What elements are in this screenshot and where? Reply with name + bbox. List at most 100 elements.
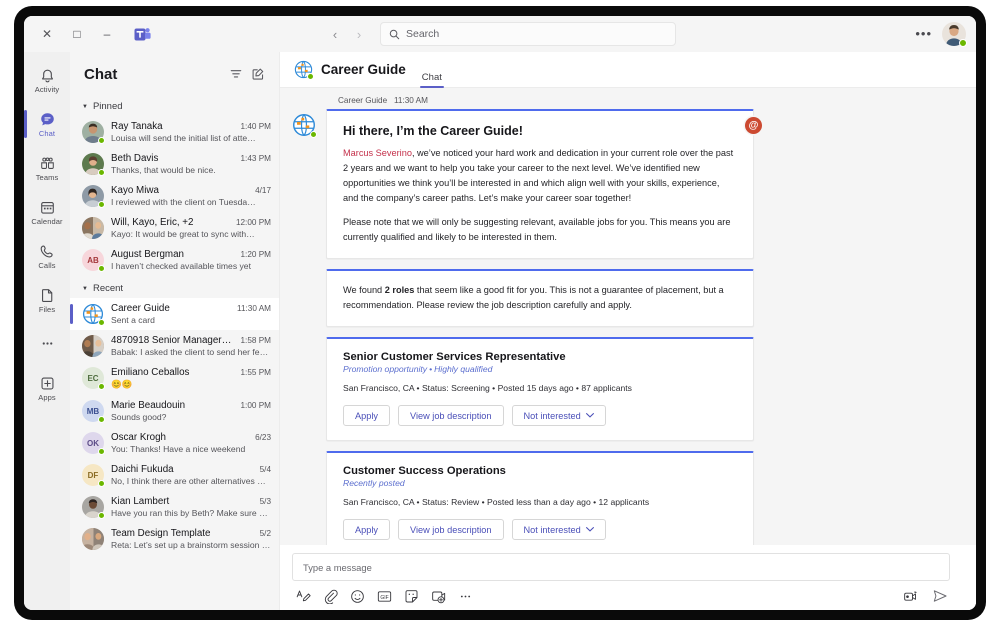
presence-available-badge	[98, 169, 105, 176]
chat-group-recent[interactable]: ▼ Recent	[70, 280, 279, 298]
avatar[interactable]	[942, 22, 967, 47]
rail-item-teams[interactable]: Teams	[24, 146, 70, 190]
job-actions: Apply View job description Not intereste…	[343, 405, 737, 427]
job-tag-1: Promotion opportunity	[343, 364, 428, 375]
sticker-icon[interactable]	[404, 589, 419, 604]
list-item-career-guide[interactable]: Career Guide 11:30 AM Sent a card	[70, 298, 279, 330]
presence-available-badge	[310, 131, 317, 138]
presence-available-badge	[98, 265, 105, 272]
message-input[interactable]: Type a message	[292, 553, 950, 581]
avatar-initials: OK	[87, 438, 99, 448]
chat-name: Daichi Fukuda	[111, 464, 174, 475]
forward-arrow-icon[interactable]: ›	[348, 23, 370, 45]
chat-time: 1:58 PM	[240, 336, 272, 345]
list-item-meta: 4870918 Senior Manager… 1:58 PM Babak: I…	[111, 335, 271, 357]
list-item[interactable]: Team Design Template 5/2 Reta: Let’s set…	[70, 523, 279, 555]
job-tag-1: Recently posted	[343, 478, 405, 489]
rail-item-more[interactable]	[24, 322, 70, 366]
list-item[interactable]: DF Daichi Fukuda 5/4 No, I think there a…	[70, 459, 279, 491]
list-item-meta: Team Design Template 5/2 Reta: Let’s set…	[111, 528, 271, 550]
list-item[interactable]: Will, Kayo, Eric, +2 12:00 PM Kayo: It w…	[70, 212, 279, 244]
chat-name: August Bergman	[111, 249, 184, 260]
minimize-icon[interactable]: –	[94, 21, 120, 47]
chat-name: Emiliano Ceballos	[111, 367, 190, 378]
tab-chat[interactable]: Chat	[418, 72, 446, 88]
list-item-meta: Marie Beaudouin 1:00 PM Sounds good?	[111, 400, 271, 422]
gif-icon[interactable]: GIF	[377, 589, 392, 604]
list-item[interactable]: MB Marie Beaudouin 1:00 PM Sounds good?	[70, 395, 279, 427]
conversation-title: Career Guide	[321, 62, 406, 77]
meet-now-icon[interactable]	[431, 589, 446, 604]
chat-preview: Sent a card	[111, 315, 155, 325]
apply-button[interactable]: Apply	[343, 519, 390, 541]
bell-icon	[39, 67, 56, 84]
message-thread[interactable]: Career Guide 11:30 AM @ Hi there, I’m th…	[280, 88, 976, 545]
avatar-initials: MB	[86, 406, 100, 416]
send-icon[interactable]	[932, 588, 948, 604]
emoji-icon[interactable]	[350, 589, 365, 604]
conversation-header: Career Guide Chat	[280, 52, 976, 88]
chat-preview: Reta: Let’s set up a brainstorm session …	[111, 540, 271, 550]
back-arrow-icon[interactable]: ‹	[324, 23, 346, 45]
list-item-meta: Career Guide 11:30 AM Sent a card	[111, 303, 271, 325]
avatar-initials: DF	[87, 470, 99, 480]
compose-area: Type a message GIF	[280, 545, 976, 610]
rail-item-activity[interactable]: Activity	[24, 58, 70, 102]
view-job-description-button[interactable]: View job description	[397, 519, 504, 541]
rail-item-label: Calls	[38, 260, 56, 270]
job-title: Customer Success Operations	[343, 465, 506, 478]
mention-badge-icon: @	[745, 117, 762, 134]
chat-time: 1:55 PM	[240, 368, 272, 377]
list-item[interactable]: Ray Tanaka 1:40 PM Louisa will send the …	[70, 116, 279, 148]
not-interested-button[interactable]: Not interested	[511, 405, 606, 427]
svg-text:GIF: GIF	[380, 594, 388, 600]
more-options-icon[interactable]	[458, 589, 473, 604]
rail-item-calendar[interactable]: Calendar	[24, 190, 70, 234]
chat-list-scroll[interactable]: ▼ Pinned Ray Tanaka 1:40 PM Louisa will …	[70, 96, 279, 610]
list-item[interactable]: OK Oscar Krogh 6/23 You: Thanks! Have a …	[70, 427, 279, 459]
presence-available-badge	[98, 319, 105, 326]
video-message-icon[interactable]	[903, 589, 918, 604]
list-item[interactable]: EC Emiliano Ceballos 1:55 PM 😊😊	[70, 362, 279, 395]
chat-group-pinned[interactable]: ▼ Pinned	[70, 98, 279, 116]
message-meta: Career Guide 11:30 AM	[338, 96, 950, 105]
rail-item-apps[interactable]: Apps	[24, 366, 70, 410]
attach-paperclip-icon[interactable]	[323, 589, 338, 604]
rail-item-chat[interactable]: Chat	[24, 102, 70, 146]
not-interested-button[interactable]: Not interested	[511, 519, 606, 541]
chat-group-label: Recent	[92, 283, 124, 294]
format-text-icon[interactable]	[296, 589, 311, 604]
chat-preview: Have you ran this by Beth? Make sure she…	[111, 508, 271, 518]
rail-item-label: Teams	[35, 172, 59, 182]
rail-item-files[interactable]: Files	[24, 278, 70, 322]
list-item-meta: Emiliano Ceballos 1:55 PM 😊😊	[111, 367, 271, 390]
list-item[interactable]: Kian Lambert 5/3 Have you ran this by Be…	[70, 491, 279, 523]
chat-time: 6/23	[255, 433, 271, 442]
settings-more-icon[interactable]: •••	[915, 27, 932, 40]
job-title: Senior Customer Services Representative	[343, 351, 566, 364]
chat-group-label: Pinned	[92, 101, 123, 112]
new-chat-icon[interactable]	[247, 63, 269, 85]
card-summary-text: We found 2 roles that seem like a good f…	[343, 283, 737, 313]
apply-button[interactable]: Apply	[343, 405, 390, 427]
chat-name: 4870918 Senior Manager…	[111, 335, 232, 346]
list-item[interactable]: Beth Davis 1:43 PM Thanks, that would be…	[70, 148, 279, 180]
chat-time: 1:43 PM	[240, 154, 272, 163]
search-input[interactable]: Search	[380, 22, 676, 46]
view-job-description-button[interactable]: View job description	[397, 405, 504, 427]
presence-available-badge	[98, 512, 105, 519]
chat-bubble-icon	[39, 111, 56, 128]
maximize-icon[interactable]: □	[64, 21, 90, 47]
close-icon[interactable]: ✕	[34, 21, 60, 47]
chat-time: 11:30 AM	[237, 304, 271, 313]
chevron-down-icon: ▼	[82, 103, 88, 110]
chat-preview: No, I think there are other alternatives…	[111, 476, 271, 486]
list-item[interactable]: AB August Bergman 1:20 PM I haven’t chec…	[70, 244, 279, 276]
app-body: Activity Chat Teams Calendar Calls Files…	[24, 52, 976, 610]
rail-item-calls[interactable]: Calls	[24, 234, 70, 278]
list-item[interactable]: Kayo Miwa 4/17 I reviewed with the clien…	[70, 180, 279, 212]
list-item[interactable]: 4870918 Senior Manager… 1:58 PM Babak: I…	[70, 330, 279, 362]
chat-time: 12:00 PM	[235, 218, 271, 227]
filter-icon[interactable]	[225, 63, 247, 85]
chat-preview: Kayo: It would be great to sync with…	[111, 229, 255, 239]
